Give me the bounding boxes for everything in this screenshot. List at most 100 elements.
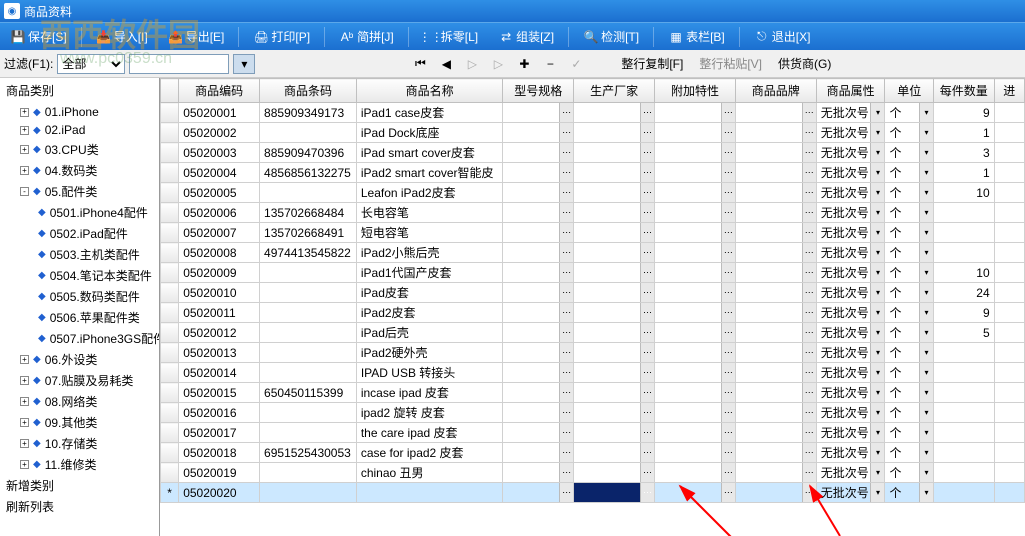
table-row[interactable]: 05020003885909470396iPad smart cover皮套⋯⋯… bbox=[161, 143, 1025, 163]
cell[interactable] bbox=[994, 243, 1024, 263]
dropdown-button[interactable]: ▾ bbox=[870, 103, 884, 122]
cell[interactable]: ⋯ bbox=[503, 143, 574, 163]
cell[interactable]: ⋯ bbox=[503, 103, 574, 123]
dropdown-button[interactable]: ▾ bbox=[919, 143, 933, 162]
cell[interactable] bbox=[260, 463, 357, 483]
simplify-button[interactable]: Aᵇ简拼[J] bbox=[333, 26, 400, 47]
tree-item[interactable]: ◆0503.主机类配件 bbox=[0, 244, 159, 265]
cell[interactable]: 135702668484 bbox=[260, 203, 357, 223]
ellipsis-button[interactable]: ⋯ bbox=[802, 243, 816, 262]
tree-toggle-icon[interactable]: + bbox=[20, 460, 29, 469]
ellipsis-button[interactable]: ⋯ bbox=[559, 183, 573, 202]
cell[interactable]: ⋯ bbox=[574, 103, 655, 123]
ellipsis-button[interactable]: ⋯ bbox=[721, 443, 735, 462]
cell[interactable]: 05020002 bbox=[179, 123, 260, 143]
dropdown-button[interactable]: ▾ bbox=[919, 423, 933, 442]
row-indicator[interactable] bbox=[161, 283, 179, 303]
cell[interactable]: IPAD USB 转接头 bbox=[356, 363, 503, 383]
cell[interactable]: 个▾ bbox=[885, 243, 934, 263]
export-button[interactable]: 📤导出[E] bbox=[162, 26, 231, 47]
dropdown-button[interactable]: ▾ bbox=[870, 243, 884, 262]
cell[interactable]: 05020014 bbox=[179, 363, 260, 383]
cell[interactable] bbox=[933, 443, 994, 463]
tree-item[interactable]: +◆02.iPad bbox=[0, 121, 159, 139]
cell[interactable]: 无批次号▾ bbox=[816, 243, 885, 263]
ellipsis-button[interactable]: ⋯ bbox=[721, 383, 735, 402]
ellipsis-button[interactable]: ⋯ bbox=[640, 203, 654, 222]
cell[interactable]: ⋯ bbox=[655, 203, 736, 223]
row-indicator[interactable] bbox=[161, 303, 179, 323]
cell[interactable] bbox=[994, 343, 1024, 363]
dropdown-button[interactable]: ▾ bbox=[870, 283, 884, 302]
assemble-button[interactable]: ⇄组装[Z] bbox=[492, 26, 560, 47]
cell[interactable]: 05020018 bbox=[179, 443, 260, 463]
cell[interactable] bbox=[933, 363, 994, 383]
ellipsis-button[interactable]: ⋯ bbox=[802, 343, 816, 362]
cell[interactable]: 05020009 bbox=[179, 263, 260, 283]
ellipsis-button[interactable]: ⋯ bbox=[721, 183, 735, 202]
cell[interactable]: 无批次号▾ bbox=[816, 303, 885, 323]
ellipsis-button[interactable]: ⋯ bbox=[640, 463, 654, 482]
ellipsis-button[interactable]: ⋯ bbox=[721, 243, 735, 262]
nav-confirm-button[interactable]: ✓ bbox=[565, 54, 587, 74]
supplier-button[interactable]: 供货商(G) bbox=[778, 55, 831, 72]
cell[interactable]: ⋯ bbox=[503, 463, 574, 483]
cell[interactable]: ipad2 旋转 皮套 bbox=[356, 403, 503, 423]
cell[interactable]: ⋯ bbox=[574, 263, 655, 283]
cell[interactable]: 5 bbox=[933, 323, 994, 343]
ellipsis-button[interactable]: ⋯ bbox=[721, 223, 735, 242]
ellipsis-button[interactable]: ⋯ bbox=[559, 443, 573, 462]
dropdown-button[interactable]: ▾ bbox=[870, 203, 884, 222]
cell[interactable]: ⋯ bbox=[503, 123, 574, 143]
table-row[interactable]: 05020014IPAD USB 转接头⋯⋯⋯⋯无批次号▾个▾ bbox=[161, 363, 1025, 383]
cell[interactable]: ⋯ bbox=[503, 323, 574, 343]
cell[interactable]: 个▾ bbox=[885, 283, 934, 303]
ellipsis-button[interactable]: ⋯ bbox=[640, 303, 654, 322]
cell[interactable]: ⋯ bbox=[503, 443, 574, 463]
tree-toggle-icon[interactable]: + bbox=[20, 145, 29, 154]
cell[interactable]: ⋯ bbox=[735, 383, 816, 403]
cell[interactable]: ⋯ bbox=[574, 163, 655, 183]
dropdown-button[interactable]: ▾ bbox=[870, 303, 884, 322]
cell[interactable]: 05020006 bbox=[179, 203, 260, 223]
cell[interactable]: iPad smart cover皮套 bbox=[356, 143, 503, 163]
cell[interactable]: 3 bbox=[933, 143, 994, 163]
cell[interactable]: 1 bbox=[933, 163, 994, 183]
tree-item[interactable]: ◆0504.笔记本类配件 bbox=[0, 265, 159, 286]
copy-rows-button[interactable]: 整行复制[F] bbox=[621, 55, 683, 72]
cell[interactable]: 无批次号▾ bbox=[816, 203, 885, 223]
cell[interactable]: ⋯ bbox=[735, 303, 816, 323]
ellipsis-button[interactable]: ⋯ bbox=[559, 243, 573, 262]
tree-refresh[interactable]: 刷新列表 bbox=[0, 496, 159, 517]
cell[interactable]: ⋯ bbox=[574, 483, 655, 503]
cell[interactable]: 个▾ bbox=[885, 303, 934, 323]
cell[interactable]: 05020011 bbox=[179, 303, 260, 323]
cell[interactable]: ⋯ bbox=[655, 263, 736, 283]
dropdown-button[interactable]: ▾ bbox=[919, 403, 933, 422]
cell[interactable]: 9 bbox=[933, 303, 994, 323]
column-header[interactable]: 型号规格 bbox=[503, 79, 574, 103]
table-row[interactable]: 05020010iPad皮套⋯⋯⋯⋯无批次号▾个▾24 bbox=[161, 283, 1025, 303]
cell[interactable] bbox=[260, 343, 357, 363]
cell[interactable]: ⋯ bbox=[503, 223, 574, 243]
dropdown-button[interactable]: ▾ bbox=[870, 123, 884, 142]
filter-select[interactable]: 全部 bbox=[57, 54, 125, 74]
cell[interactable]: ⋯ bbox=[503, 343, 574, 363]
cell[interactable]: 4974413545822 bbox=[260, 243, 357, 263]
cell[interactable] bbox=[356, 483, 503, 503]
cell[interactable]: ⋯ bbox=[735, 443, 816, 463]
tree-item[interactable]: ◆0506.苹果配件类 bbox=[0, 307, 159, 328]
cell[interactable]: ⋯ bbox=[735, 283, 816, 303]
row-indicator[interactable] bbox=[161, 103, 179, 123]
cell[interactable]: ⋯ bbox=[503, 423, 574, 443]
cell[interactable] bbox=[933, 243, 994, 263]
tree-toggle-icon[interactable]: + bbox=[20, 166, 29, 175]
ellipsis-button[interactable]: ⋯ bbox=[640, 403, 654, 422]
ellipsis-button[interactable]: ⋯ bbox=[640, 103, 654, 122]
ellipsis-button[interactable]: ⋯ bbox=[721, 323, 735, 342]
cell[interactable] bbox=[933, 463, 994, 483]
cell[interactable]: 无批次号▾ bbox=[816, 423, 885, 443]
cell[interactable]: ⋯ bbox=[735, 183, 816, 203]
row-indicator[interactable] bbox=[161, 143, 179, 163]
cell[interactable]: 无批次号▾ bbox=[816, 343, 885, 363]
